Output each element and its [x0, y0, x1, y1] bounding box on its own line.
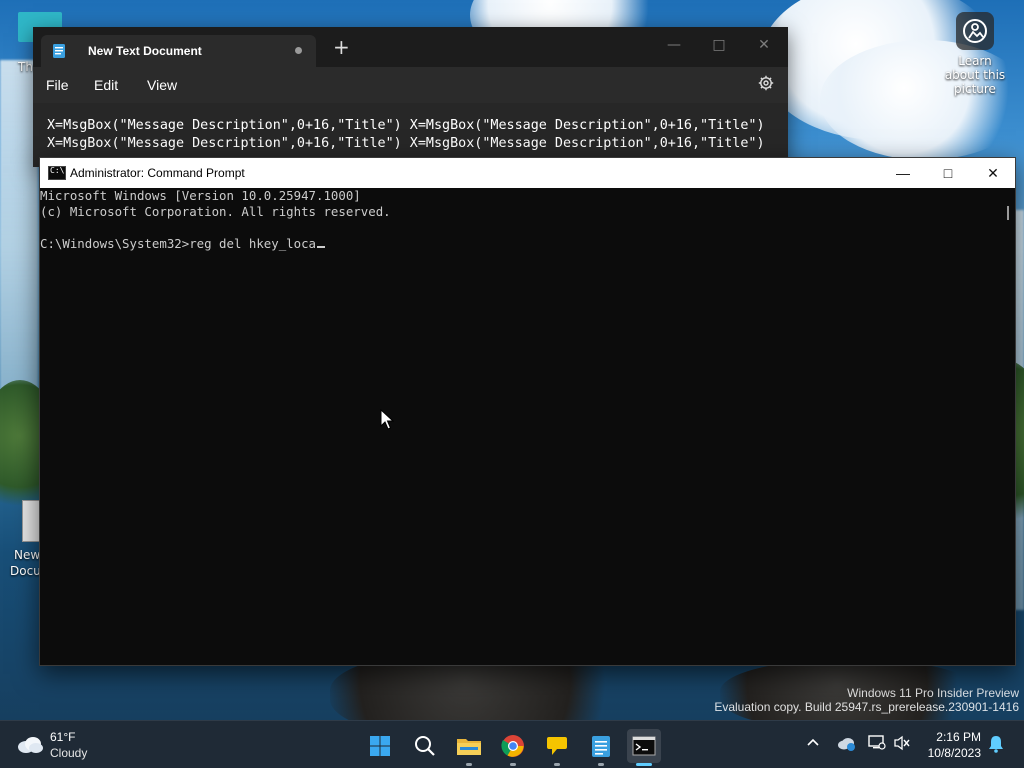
search-button[interactable]: [408, 729, 442, 763]
chrome-icon: [501, 735, 524, 757]
feedback-hub-button[interactable]: [540, 729, 574, 766]
start-icon: [370, 736, 390, 756]
console-line: ​: [40, 220, 1001, 236]
weather-temperature: 61°F: [50, 730, 76, 744]
running-indicator: [466, 763, 472, 766]
volume-muted-icon[interactable]: [893, 735, 911, 754]
settings-gear-icon[interactable]: [758, 75, 774, 94]
menu-file[interactable]: File: [46, 77, 69, 93]
feedback-hub-icon: [547, 737, 567, 755]
weather-condition: Cloudy: [50, 746, 88, 760]
text-cursor: [317, 246, 326, 248]
desktop-icon-label: Th: [18, 60, 33, 74]
notepad-icon: [52, 43, 66, 63]
watermark-line: Evaluation copy. Build 25947.rs_prerelea…: [714, 700, 1019, 714]
console-prompt-line[interactable]: C:\Windows\System32>reg del hkey_loca: [40, 236, 1001, 252]
menu-view[interactable]: View: [147, 77, 177, 93]
console-line: Microsoft Windows [Version 10.0.25947.10…: [40, 188, 361, 203]
maximize-button[interactable]: □: [925, 158, 971, 188]
notepad-tab-title: New Text Document: [88, 44, 202, 58]
notepad-tabbar: New Text Document + — □ ✕: [33, 27, 788, 67]
console-output[interactable]: Microsoft Windows [Version 10.0.25947.10…: [40, 188, 1001, 665]
taskbar: 61°F Cloudy 2:16 PM 10/8/2023: [0, 720, 1024, 768]
network-icon[interactable]: [868, 735, 886, 754]
terminal-taskbar-button[interactable]: [627, 729, 661, 766]
terminal-icon: [632, 736, 656, 756]
unsaved-indicator-icon[interactable]: [295, 47, 302, 54]
minimize-button[interactable]: —: [880, 158, 926, 188]
cmd-titlebar[interactable]: C:\ Administrator: Command Prompt — □ ✕: [40, 158, 1015, 188]
active-indicator: [636, 763, 652, 766]
file-explorer-icon: [457, 739, 481, 755]
os-watermark: Windows 11 Pro Insider Preview Evaluatio…: [714, 686, 1019, 714]
command-prompt-window[interactable]: C:\ Administrator: Command Prompt — □ ✕ …: [39, 157, 1016, 666]
close-icon[interactable]: ✕: [754, 37, 774, 53]
clock-date: 10/8/2023: [927, 746, 981, 760]
console-line: (c) Microsoft Corporation. All rights re…: [40, 204, 391, 219]
onedrive-icon[interactable]: [836, 735, 856, 754]
desktop-icon-text-document[interactable]: [22, 500, 40, 542]
file-explorer-button[interactable]: [452, 729, 486, 766]
desktop-icon-label: New: [14, 548, 41, 562]
learn-about-picture[interactable]: Learn about this picture: [940, 12, 1010, 96]
menu-edit[interactable]: Edit: [94, 77, 118, 93]
running-indicator: [554, 763, 560, 766]
notepad-window[interactable]: New Text Document + — □ ✕ File Edit View…: [33, 27, 788, 167]
scrollbar-thumb[interactable]: [1007, 206, 1009, 220]
notification-bell-icon[interactable]: [988, 735, 1004, 756]
notepad-icon: [592, 736, 610, 757]
text-line: X=MsgBox("Message Description",0+16,"Tit…: [47, 136, 765, 151]
cmd-app-icon: C:\: [48, 166, 66, 180]
notepad-taskbar-button[interactable]: [584, 729, 618, 766]
watermark-line: Windows 11 Pro Insider Preview: [847, 686, 1019, 700]
desktop: Th New Docu Learn about this picture Win…: [0, 0, 1024, 768]
learn-about-label: Learn about this picture: [944, 54, 1006, 96]
system-clock[interactable]: 2:16 PM 10/8/2023: [928, 729, 981, 761]
running-indicator: [510, 763, 516, 766]
console-input: C:\Windows\System32>reg del hkey_loca: [40, 236, 317, 251]
search-icon: [415, 736, 435, 756]
start-button[interactable]: [363, 729, 397, 763]
desktop-icon-label: Docu: [10, 564, 41, 578]
cmd-window-title: Administrator: Command Prompt: [70, 166, 245, 180]
cloud-icon: [16, 734, 44, 759]
chevron-up-icon[interactable]: [806, 735, 820, 752]
vertical-scrollbar[interactable]: [1001, 188, 1015, 665]
new-tab-button[interactable]: +: [333, 37, 350, 57]
notepad-tab[interactable]: New Text Document: [41, 35, 316, 67]
camera-icon: [956, 12, 994, 50]
chrome-button[interactable]: [496, 729, 530, 766]
minimize-icon[interactable]: —: [664, 37, 684, 53]
running-indicator: [598, 763, 604, 766]
notepad-menubar: File Edit View: [33, 67, 788, 103]
close-button[interactable]: ✕: [970, 158, 1016, 188]
clock-time: 2:16 PM: [936, 730, 981, 744]
text-line: X=MsgBox("Message Description",0+16,"Tit…: [47, 118, 765, 133]
mouse-pointer-icon: [380, 408, 395, 435]
maximize-icon[interactable]: □: [709, 37, 729, 53]
